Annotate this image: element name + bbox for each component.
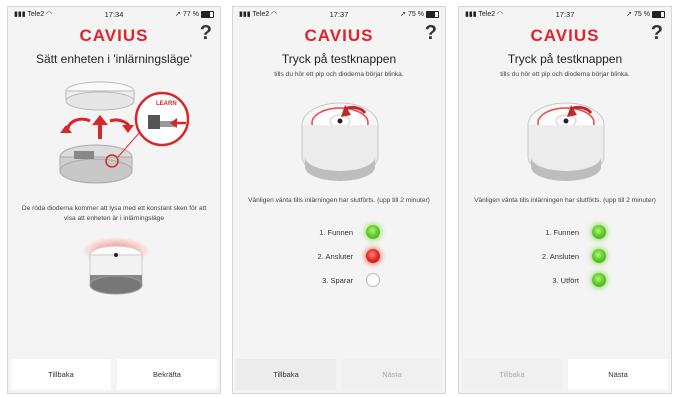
back-button[interactable]: Tillbaka	[462, 359, 562, 390]
app-logo: CAVIUS	[304, 26, 374, 45]
help-icon[interactable]: ?	[651, 22, 663, 45]
back-button[interactable]: Tillbaka	[236, 359, 336, 390]
learn-mode-description: De röda dioderna kommer att lysa med ett…	[21, 205, 207, 222]
step-label: 1. Funnen	[319, 228, 353, 237]
screen-test-button-completed: ▮▮▮ Tele2 ◠ 17:37 ➚ 75 % CAVIUS ? Tryck …	[458, 6, 672, 394]
page-title: Tryck på testknappen	[281, 52, 397, 66]
status-led-green-icon	[366, 225, 380, 239]
detector-press-illustration	[527, 102, 605, 181]
next-button[interactable]: Nästa	[342, 359, 442, 390]
detector-press-illustration	[301, 102, 379, 181]
status-led-off-icon	[366, 273, 380, 287]
step-found: 1. Funnen	[233, 225, 380, 241]
clock: 17:34	[104, 9, 124, 19]
detector-disassembly-illustration: LEARN	[59, 81, 190, 184]
status-led-green-icon	[592, 249, 606, 263]
step-label: 2. Ansluter	[317, 252, 353, 261]
step-found: 1. Funnen	[459, 225, 606, 241]
step-label: 3. Sparar	[322, 276, 353, 285]
bottom-button-bar: Tillbaka Nästa	[233, 359, 445, 393]
page-title: Sätt enheten i 'inlärningsläge'	[35, 52, 193, 66]
screen-learn-mode: ▮▮▮ Tele2 ◠ 17:34 ➚ 77 % CAVIUS ? Sätt e…	[7, 6, 221, 394]
status-led-green-icon	[592, 273, 606, 287]
status-bar: ▮▮▮ Tele2 ◠ 17:37 ➚ 75 %	[233, 7, 445, 21]
step-saving: 3. Sparar	[233, 273, 380, 289]
back-button[interactable]: Tillbaka	[11, 359, 111, 390]
step-label: 3. Utfört	[552, 276, 579, 285]
step-connected: 2. Ansluten	[459, 249, 606, 265]
clock: 17:37	[555, 9, 575, 19]
step-connecting: 2. Ansluter	[233, 249, 380, 265]
bottom-button-bar: Tillbaka Bekräfta	[8, 359, 220, 393]
battery-icon	[201, 10, 214, 18]
step-label: 2. Ansluten	[541, 252, 579, 261]
confirm-button[interactable]: Bekräfta	[117, 359, 217, 390]
app-logo: CAVIUS	[79, 26, 149, 45]
battery-icon	[652, 10, 665, 18]
status-led-red-icon	[366, 249, 380, 263]
step-label: 1. Funnen	[545, 228, 579, 237]
status-bar: ▮▮▮ Tele2 ◠ 17:37 ➚ 75 %	[459, 7, 671, 21]
learn-label: LEARN	[156, 101, 177, 107]
wait-message: Vänligen vänta tills inlärningen har slu…	[248, 197, 430, 204]
bottom-button-bar: Tillbaka Nästa	[459, 359, 671, 393]
page-title: Tryck på testknappen	[507, 52, 623, 66]
step-done: 3. Utfört	[459, 273, 606, 289]
page-subtitle: tills du hör ett pip och dioderna börjar…	[500, 71, 630, 78]
rotate-arrow-icon	[66, 117, 91, 130]
screen-test-button-connecting: ▮▮▮ Tele2 ◠ 17:37 ➚ 75 % CAVIUS ? Tryck …	[232, 6, 446, 394]
page-subtitle: tills du hör ett pip och dioderna börjar…	[274, 71, 404, 78]
help-icon[interactable]: ?	[200, 22, 212, 45]
status-led-green-icon	[592, 225, 606, 239]
status-bar: ▮▮▮ Tele2 ◠ 17:34 ➚ 77 %	[8, 7, 220, 21]
detector-red-glow-illustration	[82, 237, 150, 295]
help-icon[interactable]: ?	[425, 22, 437, 45]
battery-icon	[426, 10, 439, 18]
next-button[interactable]: Nästa	[568, 359, 668, 390]
app-logo: CAVIUS	[530, 26, 600, 45]
wait-message: Vänligen vänta tills inlärningen har slu…	[474, 197, 656, 204]
clock: 17:37	[329, 9, 349, 19]
